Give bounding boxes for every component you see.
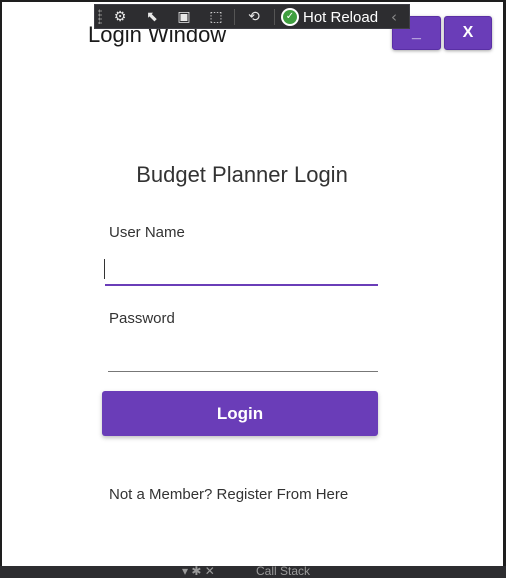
- display-adorners-icon[interactable]: ▣: [174, 9, 194, 25]
- login-heading: Budget Planner Login: [136, 162, 348, 187]
- close-button[interactable]: X: [444, 16, 492, 50]
- track-focus-icon[interactable]: ⬚: [206, 9, 226, 25]
- login-window: Login Window _ X Budget Planner Login Us…: [2, 2, 503, 566]
- register-link[interactable]: Not a Member? Register From Here: [109, 486, 348, 503]
- toolbar-grip[interactable]: [98, 9, 102, 24]
- call-stack-tab[interactable]: Call Stack: [256, 564, 310, 578]
- debug-toolbar: ⚙ ⬉ ▣ ⬚ ⟲ ✓ Hot Reload ‹: [94, 4, 410, 29]
- background-bottom-panel: ▾ ✱ ✕ Call Stack: [0, 564, 506, 578]
- username-input[interactable]: [105, 258, 378, 286]
- collapse-chevron-icon[interactable]: ‹: [391, 8, 397, 26]
- password-input[interactable]: [108, 344, 378, 372]
- hot-reload-label[interactable]: Hot Reload: [303, 9, 378, 26]
- toolbar-separator: [234, 9, 235, 25]
- hot-reload-check-icon: ✓: [281, 8, 299, 26]
- binding-failures-icon[interactable]: ⟲: [244, 9, 264, 25]
- password-label: Password: [109, 310, 175, 327]
- login-button[interactable]: Login: [102, 391, 378, 436]
- text-caret: [104, 259, 105, 279]
- username-label: User Name: [109, 224, 185, 241]
- pin-icon: ▾ ✱ ✕: [182, 564, 215, 578]
- live-visual-tree-icon[interactable]: ⚙: [110, 9, 130, 25]
- screen: ▾ ✱ ✕ Call Stack Login Window _ X Budget…: [0, 0, 506, 578]
- select-element-icon[interactable]: ⬉: [142, 9, 162, 25]
- toolbar-separator: [274, 9, 275, 25]
